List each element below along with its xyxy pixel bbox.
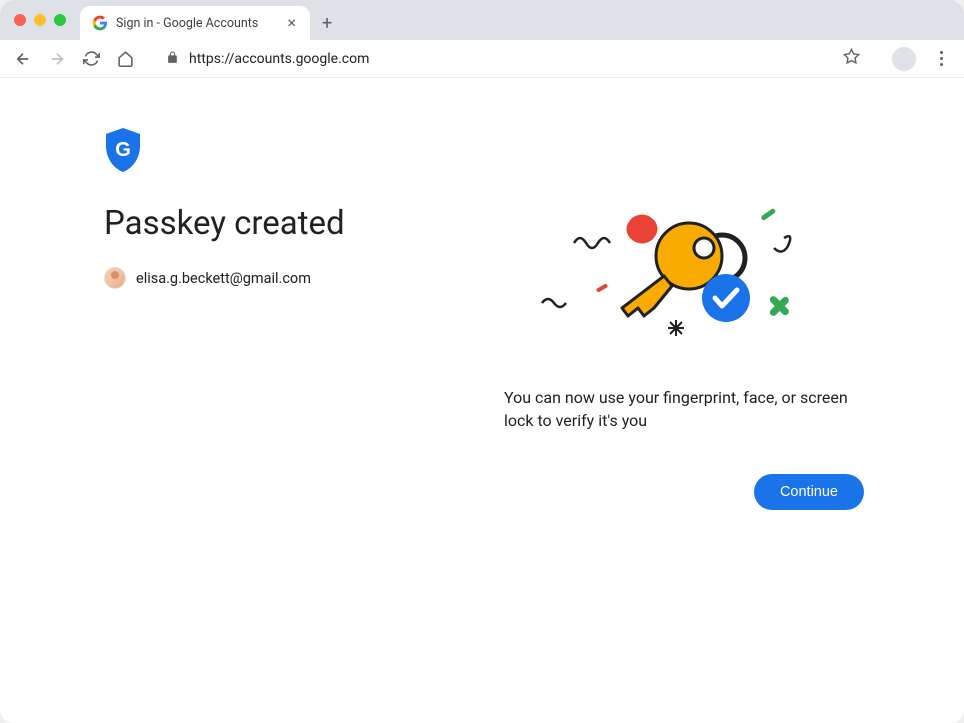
url-bar[interactable]: https://accounts.google.com	[152, 44, 874, 74]
description-text: You can now use your fingerprint, face, …	[504, 386, 874, 432]
browser-menu-button[interactable]	[926, 51, 956, 66]
lock-icon	[166, 49, 179, 68]
user-avatar	[104, 267, 126, 289]
home-button[interactable]	[110, 44, 140, 74]
forward-button[interactable]	[42, 44, 72, 74]
maximize-window-button[interactable]	[54, 14, 66, 26]
passkey-illustration	[504, 198, 904, 368]
google-favicon-icon	[92, 15, 108, 31]
account-chip[interactable]: elisa.g.beckett@gmail.com	[104, 267, 484, 289]
svg-text:G: G	[115, 139, 131, 161]
window-controls	[14, 14, 66, 26]
bookmark-star-icon[interactable]	[843, 48, 860, 69]
tab-title: Sign in - Google Accounts	[116, 16, 277, 31]
button-row: Continue	[504, 474, 904, 510]
new-tab-button[interactable]: +	[310, 6, 344, 40]
back-button[interactable]	[8, 44, 38, 74]
tab-close-icon[interactable]: ×	[285, 15, 298, 31]
profile-avatar[interactable]	[892, 47, 916, 71]
browser-tab[interactable]: Sign in - Google Accounts ×	[80, 6, 310, 40]
nav-bar: https://accounts.google.com	[0, 40, 964, 78]
continue-button[interactable]: Continue	[754, 474, 864, 510]
browser-window: Sign in - Google Accounts × + https://ac…	[0, 0, 964, 723]
page-title: Passkey created	[104, 204, 484, 243]
left-column: G Passkey created elisa.g.beckett@gmail.…	[104, 128, 484, 723]
page-content: G Passkey created elisa.g.beckett@gmail.…	[0, 78, 964, 723]
url-text: https://accounts.google.com	[189, 51, 833, 67]
google-shield-icon: G	[104, 128, 484, 176]
close-window-button[interactable]	[14, 14, 26, 26]
minimize-window-button[interactable]	[34, 14, 46, 26]
tab-bar: Sign in - Google Accounts × +	[0, 0, 964, 40]
reload-button[interactable]	[76, 44, 106, 74]
account-email: elisa.g.beckett@gmail.com	[136, 270, 311, 287]
right-column: You can now use your fingerprint, face, …	[484, 128, 904, 723]
